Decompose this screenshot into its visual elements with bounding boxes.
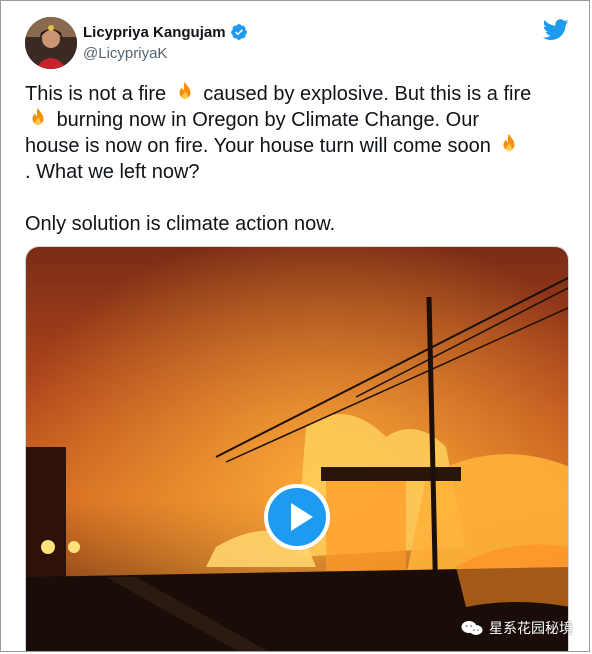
text-segment: burning now in Oregon by Climate Change.…	[56, 109, 480, 131]
tweet-card: Licypriya Kangujam @LicypriyaK This is n…	[0, 0, 590, 652]
text-segment: house is now on fire. Your house turn wi…	[25, 135, 491, 157]
verified-badge-icon	[230, 24, 247, 40]
text-segment: This is not a fire	[25, 83, 167, 105]
watermark-label: 星系花园秘境	[489, 620, 573, 636]
tweet-text: This is not a fire caused by explosive. …	[25, 81, 573, 237]
video-thumbnail	[26, 247, 568, 651]
fire-emoji-icon	[32, 107, 44, 126]
play-button-icon[interactable]	[264, 484, 330, 550]
text-segment: . What we left now?	[25, 161, 200, 183]
avatar[interactable]	[25, 17, 77, 69]
fire-emoji-icon	[179, 81, 191, 100]
twitter-bird-icon[interactable]	[543, 19, 569, 41]
watermark: 星系花园秘境	[461, 618, 573, 638]
text-segment: caused by explosive. But this is a fire	[203, 83, 532, 105]
tweet-header: Licypriya Kangujam @LicypriyaK	[25, 17, 569, 73]
author-handle[interactable]: @LicypriyaK	[83, 45, 167, 62]
author-name-row: Licypriya Kangujam	[83, 23, 248, 41]
tweet-paragraph-1: This is not a fire caused by explosive. …	[25, 81, 573, 185]
author-display-name[interactable]: Licypriya Kangujam	[83, 24, 226, 41]
video-player[interactable]	[25, 246, 569, 651]
fire-emoji-icon	[503, 133, 515, 152]
tweet-paragraph-2: Only solution is climate action now.	[25, 213, 336, 235]
wechat-icon	[461, 621, 483, 635]
